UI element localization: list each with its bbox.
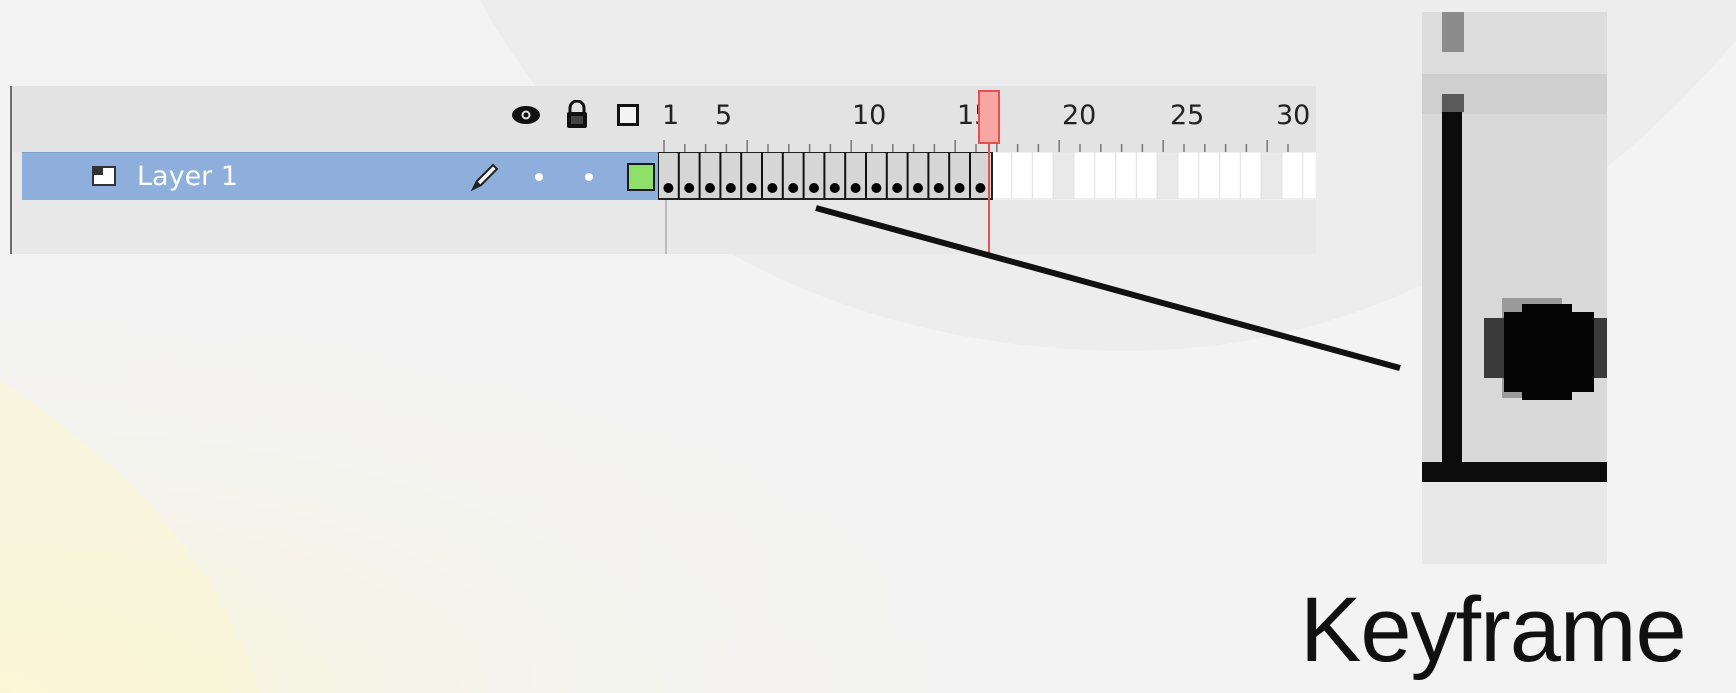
keyframe-dot: [767, 183, 778, 193]
keyframe-dot: [788, 183, 799, 193]
pencil-icon: [470, 163, 499, 192]
empty-layer-area: [22, 200, 1316, 254]
layer-color-swatch[interactable]: [627, 163, 655, 191]
empty-frame-cell: [1281, 152, 1304, 200]
keyframe-dot: [829, 183, 840, 193]
keyframe-dot: [933, 183, 944, 193]
keyframe-dot: [809, 183, 819, 193]
timeline-header: 1 5 10 15 20 25 30: [12, 86, 1316, 152]
keyframe-dot: [871, 183, 882, 193]
lock-toggle[interactable]: [585, 173, 593, 181]
ruler-label-20: 20: [1062, 100, 1097, 131]
empty-frame-cell: [1239, 152, 1262, 200]
empty-frame-cell: [1156, 152, 1179, 200]
layer-name[interactable]: Layer 1: [137, 161, 238, 193]
ruler-label-5: 5: [715, 100, 733, 131]
keyframe-zoom-detail: [1422, 12, 1607, 564]
empty-frame-cell: [1198, 152, 1221, 200]
empty-frame-cell: [1073, 152, 1096, 200]
keyframe-dot: [663, 183, 674, 193]
playhead-marker[interactable]: [978, 90, 1000, 144]
keyframe-dot: [850, 183, 861, 193]
lock-icon[interactable]: [564, 100, 590, 130]
ruler-label-10: 10: [852, 100, 887, 131]
keyframe-dot: [975, 183, 986, 193]
empty-frame-cell: [1219, 152, 1241, 200]
keyframe-dot: [725, 183, 736, 193]
visibility-toggle[interactable]: [535, 173, 543, 181]
ruler-label-25: 25: [1170, 100, 1205, 131]
timeline-panel: 1 5 10 15 20 25 30 Layer 1: [10, 86, 1316, 254]
eye-icon[interactable]: [510, 101, 542, 129]
playhead-line: [988, 144, 990, 254]
layer-row[interactable]: Layer 1: [22, 152, 665, 201]
outline-icon[interactable]: [617, 104, 639, 126]
empty-frame-cell: [1302, 152, 1316, 200]
keyframe-dot: [746, 183, 757, 193]
empty-frame-cell: [1177, 152, 1200, 200]
empty-frame-cell: [1135, 152, 1158, 200]
empty-frame-cell: [1031, 152, 1054, 200]
empty-frame-cell: [1115, 152, 1137, 200]
ruler-label-1: 1: [662, 100, 680, 131]
keyframe-dot-icon: [1484, 298, 1607, 400]
keyframe-dot: [913, 183, 923, 193]
keyframe-dot: [954, 183, 965, 193]
layer-icon: [92, 166, 116, 186]
empty-frame-cell: [1260, 152, 1283, 200]
frame-strip[interactable]: [658, 152, 1316, 200]
keyframe-dot: [684, 183, 695, 193]
empty-frame-cell: [1094, 152, 1117, 200]
empty-frame-cell: [1011, 152, 1033, 200]
empty-frame-cell: [990, 152, 1013, 200]
keyframe-dot: [705, 183, 715, 193]
empty-frame-cell: [1052, 152, 1075, 200]
caption-keyframe: Keyframe: [1300, 579, 1687, 681]
ruler-label-30: 30: [1276, 100, 1311, 131]
keyframe-dot: [892, 183, 903, 193]
